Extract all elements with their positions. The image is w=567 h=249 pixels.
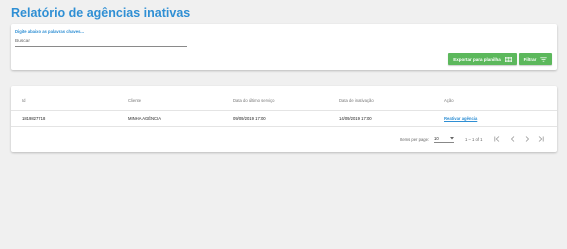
search-label: Digite abaixo as palavras chaves... [15, 29, 84, 34]
column-header-id: Id [22, 98, 26, 103]
cell-inativacao: 14/09/2019 17:00 [339, 116, 372, 121]
previous-page-icon[interactable] [508, 134, 517, 143]
cell-cliente: MINHA AGÊNCIA [128, 116, 162, 121]
search-input[interactable] [15, 37, 187, 47]
items-per-page-select[interactable]: 10 [434, 135, 454, 143]
reactivate-agency-link[interactable]: Reativar agência [444, 116, 477, 121]
filter-card: Digite abaixo as palavras chaves... Expo… [11, 24, 557, 70]
export-to-spreadsheet-button[interactable]: Exportar para planilha [448, 53, 517, 65]
pagination-range: 1 – 1 of 1 [465, 136, 483, 142]
column-header-inativacao: Data de inativação [339, 98, 374, 103]
filter-button[interactable]: Filtrar [519, 53, 552, 65]
dropdown-arrow-icon [450, 137, 454, 140]
column-header-ultimo-servico: Data do último serviço [233, 98, 275, 103]
row-divider [11, 126, 557, 127]
first-page-icon[interactable] [493, 134, 502, 143]
column-header-cliente: Cliente [128, 98, 142, 103]
results-table: Id Cliente Data do último serviço Data d… [11, 86, 557, 152]
export-button-label: Exportar para planilha [453, 56, 501, 62]
filter-button-label: Filtrar [523, 56, 537, 62]
funnel-icon [540, 56, 548, 62]
items-per-page-value: 10 [434, 136, 439, 141]
last-page-icon[interactable] [536, 134, 545, 143]
column-header-acao: Ação [444, 98, 454, 103]
items-per-page-label: Items per page: [400, 136, 430, 142]
spreadsheet-icon [504, 56, 512, 62]
next-page-icon[interactable] [522, 134, 531, 143]
header-divider [11, 110, 557, 111]
cell-ultimo-servico: 09/09/2019 17:00 [233, 116, 266, 121]
page-title: Relatório de agências inativas [11, 6, 191, 20]
cell-id: 1819827718 [22, 116, 46, 121]
